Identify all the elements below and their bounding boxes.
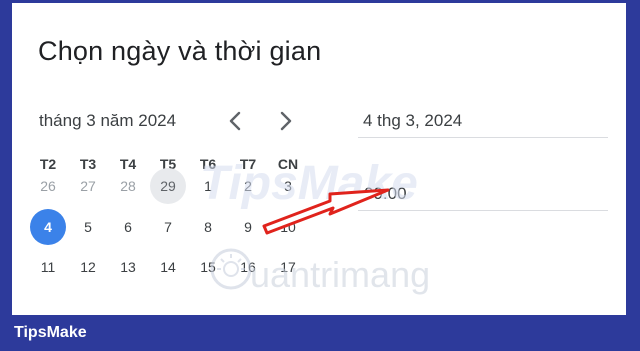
- calendar-day[interactable]: 13: [110, 249, 146, 285]
- calendar-day[interactable]: 8: [190, 209, 226, 245]
- chevron-right-icon: [280, 111, 292, 131]
- calendar-day[interactable]: 28: [110, 168, 146, 204]
- calendar-day[interactable]: 26: [30, 168, 66, 204]
- time-input[interactable]: 09:00: [364, 184, 407, 204]
- date-input-underline: [358, 137, 608, 138]
- date-time-dialog: Chọn ngày và thời gian tháng 3 năm 2024 …: [12, 3, 626, 315]
- calendar-day[interactable]: 6: [110, 209, 146, 245]
- chevron-left-icon: [229, 111, 241, 131]
- calendar-day[interactable]: 16: [230, 249, 266, 285]
- calendar-day[interactable]: 10: [270, 209, 306, 245]
- calendar-day[interactable]: 3: [270, 168, 306, 204]
- time-input-underline: [358, 210, 608, 211]
- date-input[interactable]: 4 thg 3, 2024: [358, 111, 613, 131]
- calendar-day[interactable]: 12: [70, 249, 106, 285]
- calendar-day[interactable]: 4: [30, 209, 66, 245]
- month-label: tháng 3 năm 2024: [39, 111, 177, 130]
- calendar-day[interactable]: 11: [30, 249, 66, 285]
- calendar-day[interactable]: 7: [150, 209, 186, 245]
- calendar-day[interactable]: 27: [70, 168, 106, 204]
- calendar-day[interactable]: 9: [230, 209, 266, 245]
- previous-month-button[interactable]: [221, 107, 249, 135]
- footer-brand: TipsMake: [14, 324, 87, 341]
- calendar-day[interactable]: 29: [150, 168, 186, 204]
- next-month-button[interactable]: [272, 107, 300, 135]
- calendar-day[interactable]: 1: [190, 168, 226, 204]
- calendar-day[interactable]: 14: [150, 249, 186, 285]
- calendar-day[interactable]: 5: [70, 209, 106, 245]
- calendar-day[interactable]: 15: [190, 249, 226, 285]
- dialog-title: Chọn ngày và thời gian: [38, 36, 322, 66]
- calendar-day[interactable]: 17: [270, 249, 306, 285]
- calendar-day[interactable]: 2: [230, 168, 266, 204]
